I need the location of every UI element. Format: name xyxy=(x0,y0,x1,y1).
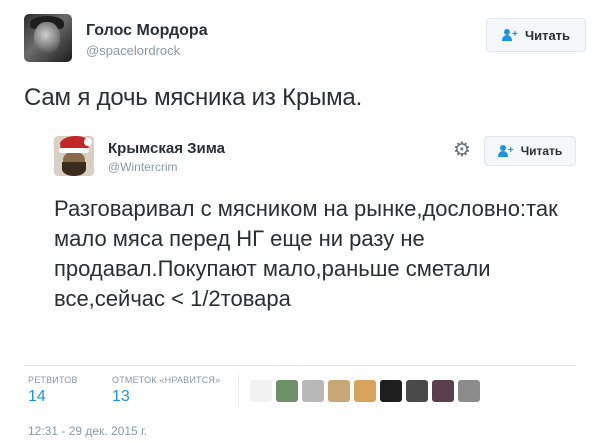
quoted-author-name[interactable]: Крымская Зима xyxy=(108,140,225,157)
author-handle[interactable]: @spacelordrock xyxy=(86,43,180,58)
retweets-label: РЕТВИТОВ xyxy=(28,375,78,385)
liker-avatar[interactable] xyxy=(380,380,402,402)
gear-icon[interactable]: ⚙ xyxy=(452,140,472,160)
quoted-tweet-text: Разговаривал с мясником на рынке,дословн… xyxy=(54,196,558,311)
quoted-avatar[interactable] xyxy=(54,136,94,176)
retweets-stat[interactable]: РЕТВИТОВ 14 xyxy=(28,375,78,406)
quoted-follow-button-label: Читать xyxy=(520,144,563,158)
likes-label: ОТМЕТОК «НРАВИТСЯ» xyxy=(112,375,221,385)
liker-avatar[interactable] xyxy=(328,380,350,402)
liker-avatar[interactable] xyxy=(276,380,298,402)
liker-avatar[interactable] xyxy=(406,380,428,402)
follow-user-icon: + xyxy=(501,29,520,41)
tweet-text: Сам я дочь мясника из Крыма. xyxy=(24,84,363,111)
quoted-follow-button[interactable]: + Читать xyxy=(484,136,576,166)
liker-avatar[interactable] xyxy=(354,380,376,402)
quoted-author-handle[interactable]: @Wintercrim xyxy=(108,160,178,174)
follow-button[interactable]: + Читать xyxy=(486,18,586,52)
likes-count[interactable]: 13 xyxy=(112,388,220,406)
timestamp[interactable]: 12:31 - 29 дек. 2015 г. xyxy=(28,424,147,438)
liker-avatar[interactable] xyxy=(432,380,454,402)
retweets-count[interactable]: 14 xyxy=(28,388,78,406)
avatar-face xyxy=(34,22,60,54)
stats-divider xyxy=(238,375,239,407)
avatar[interactable] xyxy=(24,14,72,62)
author-name[interactable]: Голос Мордора xyxy=(86,22,208,40)
follow-button-label: Читать xyxy=(524,27,571,43)
liker-avatar[interactable] xyxy=(302,380,324,402)
liker-avatar[interactable] xyxy=(250,380,272,402)
likers-avatars xyxy=(250,380,480,402)
likes-stat[interactable]: ОТМЕТОК «НРАВИТСЯ» 13 xyxy=(112,375,220,406)
quoted-tweet[interactable]: Крымская Зима @Wintercrim ⚙ + Читать Раз… xyxy=(24,122,586,366)
follow-user-icon: + xyxy=(497,145,516,157)
liker-avatar[interactable] xyxy=(458,380,480,402)
divider xyxy=(24,365,576,366)
